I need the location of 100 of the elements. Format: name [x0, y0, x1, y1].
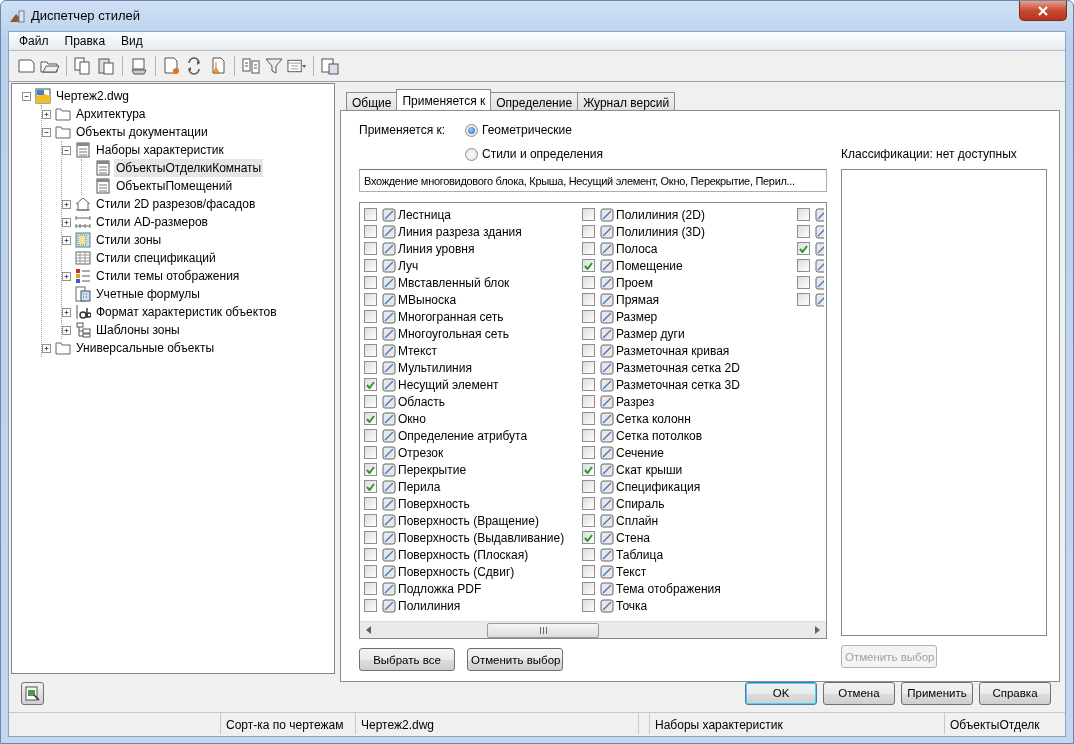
checkbox[interactable] [364, 497, 377, 510]
checkbox-label[interactable]: Мвставленный блок [398, 273, 510, 292]
checkbox-label[interactable]: Разрез [616, 392, 655, 411]
menu-item[interactable]: Правка [56, 32, 114, 50]
new-document-icon[interactable] [17, 56, 37, 76]
checkbox[interactable] [582, 531, 595, 544]
checkbox[interactable] [364, 548, 377, 561]
expand-icon[interactable] [62, 235, 71, 245]
copy-icon[interactable] [73, 56, 93, 76]
checkbox[interactable] [582, 412, 595, 425]
collapse-icon[interactable] [22, 91, 31, 101]
select-all-button[interactable]: Выбрать все [359, 648, 455, 671]
checkbox-label[interactable]: Отрезок [398, 443, 444, 462]
checkbox-label[interactable]: Точка [616, 596, 648, 615]
checkbox[interactable] [582, 514, 595, 527]
checkbox[interactable] [364, 412, 377, 425]
checkbox-label[interactable]: Скат крыши [616, 460, 683, 479]
radio-button[interactable] [465, 147, 478, 161]
checkbox[interactable] [582, 446, 595, 459]
tree-item[interactable]: Наборы характеристик [94, 141, 226, 159]
clear-selection-button[interactable]: Отменить выбор [467, 648, 563, 671]
summary-field[interactable]: Вхождение многовидового блока, Крыша, Несущий элемент, Окно, Перекрытие, Перил... [359, 169, 827, 192]
checkbox[interactable] [364, 378, 377, 391]
close-button[interactable] [1019, 1, 1067, 21]
checkbox-label[interactable]: Размер [616, 307, 658, 326]
checkbox[interactable] [582, 276, 595, 289]
dialog-button[interactable]: Отмена [823, 681, 895, 705]
tree-item[interactable]: Универсальные объекты [74, 339, 217, 357]
checkbox[interactable] [582, 480, 595, 493]
dialog-button[interactable]: Применить [901, 681, 973, 705]
checkbox-label[interactable]: Прямая [616, 290, 660, 309]
checkbox[interactable] [582, 327, 595, 340]
checkbox-label[interactable]: Тема отображения [616, 579, 721, 598]
checkbox[interactable] [364, 225, 377, 238]
new-style-icon[interactable] [162, 56, 182, 76]
checkbox[interactable] [364, 327, 377, 340]
checkbox[interactable] [364, 208, 377, 221]
checkbox[interactable] [582, 429, 595, 442]
checkbox-label[interactable]: Перекрытие [398, 460, 467, 479]
checkbox-label[interactable]: Луч [398, 256, 419, 275]
tree-item[interactable]: Стили зоны [94, 231, 164, 249]
checkbox-label[interactable]: Поверхность [398, 494, 470, 513]
tab[interactable]: Журнал версий [577, 92, 676, 110]
checkbox-label[interactable]: Разметочная сетка 2D [616, 358, 740, 377]
expand-icon[interactable] [62, 199, 71, 209]
checkbox[interactable] [797, 242, 810, 255]
checkbox-label[interactable]: Подложка PDF [398, 579, 482, 598]
checkbox[interactable] [364, 480, 377, 493]
menu-item[interactable]: Вид [113, 32, 151, 50]
tree-item[interactable]: Стили AD-размеров [94, 213, 210, 231]
checkbox-label[interactable]: Сетка колонн [616, 409, 691, 428]
checkbox-label[interactable]: Размер дуги [616, 324, 685, 343]
checkbox-label[interactable]: Лестница [398, 205, 451, 224]
checkbox[interactable] [582, 259, 595, 272]
expand-icon[interactable] [42, 109, 51, 119]
checkbox[interactable] [797, 208, 810, 221]
checkbox[interactable] [582, 344, 595, 357]
menu-item[interactable]: Файл [11, 32, 57, 50]
checkbox-label[interactable]: Полилиния (2D) [616, 205, 705, 224]
checkbox-label[interactable]: Область [398, 392, 446, 411]
checkbox-label[interactable]: Стена [616, 528, 650, 547]
paste-icon[interactable] [96, 56, 116, 76]
horizontal-scrollbar[interactable] [360, 621, 826, 638]
tab[interactable]: Определение [490, 92, 579, 110]
checkbox[interactable] [364, 429, 377, 442]
checkbox[interactable] [797, 293, 810, 306]
tree-item[interactable]: Стили спецификаций [94, 249, 218, 267]
scroll-right-icon[interactable] [815, 626, 820, 634]
tree-item[interactable]: Чертеж2.dwg [54, 87, 132, 105]
tab[interactable]: Общие [346, 92, 398, 110]
checkbox[interactable] [582, 395, 595, 408]
checkbox[interactable] [582, 582, 595, 595]
checkbox[interactable] [364, 395, 377, 408]
checkbox-label[interactable]: Полилиния [398, 596, 461, 615]
tree-item[interactable]: Стили 2D разрезов/фасадов [94, 195, 258, 213]
tree-item[interactable]: Формат характеристик объектов [94, 303, 279, 321]
checkbox[interactable] [797, 259, 810, 272]
checkbox-label[interactable]: Сечение [616, 443, 664, 462]
checkbox[interactable] [364, 599, 377, 612]
checkbox[interactable] [364, 531, 377, 544]
checkbox-label[interactable]: Поверхность (Выдавливание) [398, 528, 565, 547]
tree-item[interactable]: Объекты документации [74, 123, 210, 141]
dialog-button[interactable]: OK [745, 681, 817, 705]
checkbox[interactable] [797, 276, 810, 289]
checkbox-label[interactable]: Мтекст [398, 341, 437, 360]
tree-item[interactable]: Архитектура [74, 105, 148, 123]
checkbox[interactable] [582, 378, 595, 391]
checkbox[interactable] [364, 463, 377, 476]
checkbox[interactable] [364, 446, 377, 459]
checkbox-label[interactable]: Многогранная сеть [398, 307, 504, 326]
checkbox[interactable] [582, 497, 595, 510]
checkbox[interactable] [582, 225, 595, 238]
checkbox-label[interactable]: Таблица [616, 545, 664, 564]
checkbox[interactable] [364, 344, 377, 357]
checkbox[interactable] [582, 310, 595, 323]
checkbox-label[interactable]: Многоугольная сеть [398, 324, 509, 343]
radio-button[interactable] [465, 123, 478, 137]
checkbox[interactable] [582, 293, 595, 306]
checkbox[interactable] [582, 463, 595, 476]
checkbox-label[interactable]: Спираль [616, 494, 665, 513]
